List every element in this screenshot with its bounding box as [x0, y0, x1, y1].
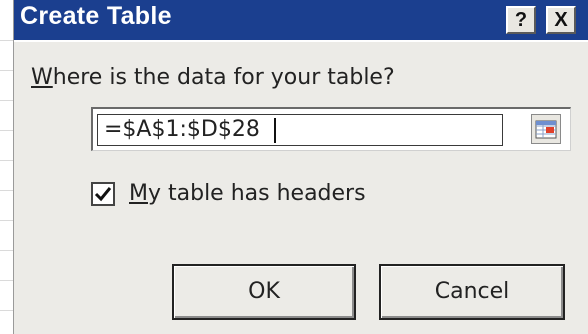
collapse-dialog-button[interactable]	[531, 114, 561, 144]
range-field[interactable]: =$A$1:$D$28	[91, 107, 571, 151]
prompt-text: here is the data for your table?	[52, 65, 395, 90]
headers-checkbox-label[interactable]: My table has headers	[129, 181, 366, 206]
headers-mnemonic: M	[129, 181, 148, 206]
help-icon: ?	[514, 9, 528, 31]
range-input[interactable]: =$A$1:$D$28	[97, 114, 503, 146]
range-select-icon	[535, 120, 557, 139]
dialog-title: Create Table	[20, 2, 172, 30]
prompt-mnemonic: W	[31, 65, 53, 90]
help-button[interactable]: ?	[506, 6, 536, 34]
range-value: =$A$1:$D$28	[104, 117, 260, 142]
close-button[interactable]: X	[546, 6, 576, 34]
text-caret	[274, 118, 276, 143]
spreadsheet-edge	[0, 0, 14, 334]
close-icon: X	[554, 9, 568, 31]
dialog-title-bar[interactable]: Create Table ? X	[14, 0, 588, 42]
headers-label-text: y table has headers	[147, 181, 366, 206]
cancel-button[interactable]: Cancel	[379, 264, 565, 320]
data-range-prompt: Where is the data for your table?	[31, 65, 395, 90]
ok-button[interactable]: OK	[172, 264, 356, 320]
create-table-dialog: Create Table ? X Where is the data for y…	[13, 0, 588, 334]
headers-checkbox[interactable]	[91, 182, 115, 206]
checkmark-icon	[94, 187, 112, 202]
